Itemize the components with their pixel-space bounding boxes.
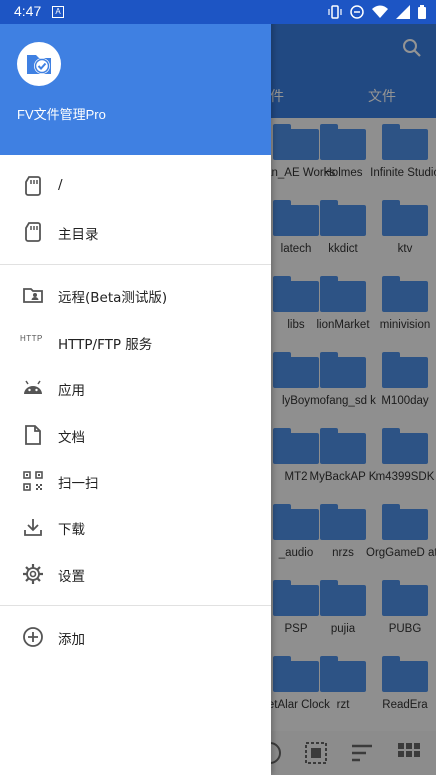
- dnd-icon: [350, 4, 364, 23]
- menu-item-label: HTTP/FTP 服务: [58, 337, 153, 353]
- menu-item-download[interactable]: 下载: [0, 504, 271, 550]
- app-logo-icon: [17, 42, 61, 86]
- sd-card-icon: [22, 175, 44, 197]
- menu-item-apps[interactable]: 应用: [0, 365, 271, 411]
- download-icon: [22, 516, 44, 538]
- menu-item-label: 远程(Beta测试版): [58, 290, 168, 306]
- menu-item-scan[interactable]: 扫一扫: [0, 458, 271, 504]
- menu-item-http-ftp[interactable]: HTTP HTTP/FTP 服务: [0, 319, 271, 365]
- menu-item-label: 文档: [58, 430, 85, 446]
- menu-item-label: 应用: [58, 383, 85, 399]
- divider: [0, 264, 271, 265]
- navigation-drawer: FV文件管理Pro / 主目录 远程(Beta测试版) HTTP HTTP/FT…: [0, 0, 271, 775]
- http-icon: HTTP: [20, 334, 43, 343]
- notification-icon: A: [52, 6, 64, 18]
- menu-item-label: 设置: [58, 569, 85, 585]
- signal-icon: [396, 4, 410, 23]
- app-title: FV文件管理Pro: [17, 107, 106, 122]
- battery-icon: [418, 4, 426, 23]
- menu-item-label: 添加: [58, 632, 85, 648]
- document-icon: [22, 424, 44, 446]
- menu-item-home[interactable]: 主目录: [0, 209, 271, 255]
- menu-item-remote[interactable]: 远程(Beta测试版): [0, 272, 271, 318]
- menu-item-label: /: [58, 177, 63, 193]
- wifi-icon: [372, 4, 388, 23]
- status-time: 4:47: [14, 3, 42, 19]
- vibrate-icon: [328, 4, 342, 23]
- status-bar: 4:47 A: [0, 0, 436, 24]
- menu-item-add[interactable]: 添加: [0, 614, 271, 660]
- menu-item-label: 扫一扫: [58, 476, 99, 492]
- sd-card-icon: [22, 221, 44, 243]
- scan-icon: [22, 470, 44, 492]
- menu-item-settings[interactable]: 设置: [0, 551, 271, 597]
- android-icon: [22, 377, 44, 399]
- divider: [0, 605, 271, 606]
- remote-folder-icon: [22, 284, 44, 306]
- menu-item-label: 主目录: [58, 227, 99, 243]
- menu-item-documents[interactable]: 文档: [0, 412, 271, 458]
- menu-item-label: 下载: [58, 522, 85, 538]
- add-circle-icon: [22, 626, 44, 648]
- menu-item-root[interactable]: /: [0, 163, 271, 209]
- gear-icon: [22, 563, 44, 585]
